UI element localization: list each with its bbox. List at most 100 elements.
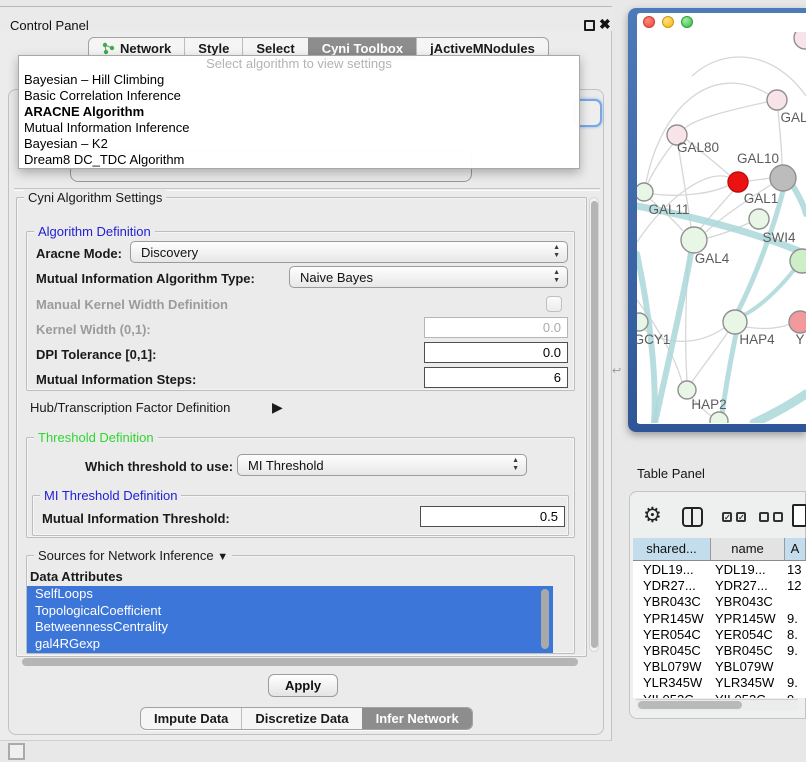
dpi-tolerance-field[interactable]: 0.0 [424,342,568,363]
network-node-gal11[interactable] [637,183,653,201]
node-label: Y [795,332,804,347]
node-label: GAL1 [744,191,779,206]
kernel-width-field[interactable]: 0.0 [424,317,568,338]
network-edge[interactable] [648,144,673,183]
network-node-gal1[interactable] [749,209,769,229]
table-row[interactable]: YPR145WYPR145W9. [633,611,806,627]
network-node[interactable] [794,32,806,49]
table-cell: YLR345W [643,675,702,691]
network-node-gcy1[interactable] [637,313,648,331]
apply-button[interactable]: Apply [268,674,338,697]
table-cell: YDR27... [643,578,696,594]
table-row[interactable]: YIL052CYIL052C9. [633,692,806,698]
table-row[interactable]: YLR345WYLR345W9. [633,675,806,691]
mi-threshold-group-title: MI Threshold Definition [40,488,181,503]
network-node-gal10[interactable] [770,165,796,191]
mi-steps-field[interactable]: 6 [424,367,568,388]
attributes-scroll-thumb[interactable] [541,589,549,649]
window-zoom-icon[interactable] [681,16,693,28]
algorithm-option[interactable]: Dream8 DC_TDC Algorithm [19,152,579,168]
table-row[interactable]: YBR045CYBR045C9. [633,643,806,659]
split-columns-icon[interactable] [682,507,703,527]
float-window-icon[interactable] [584,20,595,31]
table-row[interactable]: YDL19...YDL19...13 [633,562,806,578]
tab-discretize-data[interactable]: Discretize Data [241,708,361,729]
algorithm-option[interactable]: Bayesian – K2 [19,136,579,152]
dpi-tolerance-label: DPI Tolerance [0,1]: [36,347,156,362]
data-attributes-list[interactable]: SelfLoopsTopologicalCoefficientBetweenne… [27,586,553,653]
mi-type-label: Mutual Information Algorithm Type: [36,271,255,286]
checked-box-icon[interactable]: ✓ [736,512,746,522]
network-edge[interactable] [685,102,767,128]
expand-right-icon[interactable]: ▶ [272,399,283,416]
table-cell: YPR145W [715,611,776,627]
algorithm-definition-title: Algorithm Definition [34,224,155,239]
table-row[interactable]: YER054CYER054C8. [633,627,806,643]
network-node-hap4[interactable] [723,310,747,334]
table-cell: 9. [787,692,798,698]
algorithm-option[interactable]: ARACNE Algorithm [19,104,579,120]
aracne-mode-label: Aracne Mode: [36,246,122,261]
table-panel-title: Table Panel [637,466,705,481]
column-header[interactable]: A [785,538,806,561]
close-panel-icon[interactable]: ✖ [599,16,611,33]
document-icon[interactable] [792,504,806,527]
network-edge[interactable] [692,57,806,96]
table-row[interactable]: YBR043CYBR043C [633,594,806,610]
mi-threshold-field[interactable]: 0.5 [420,506,565,527]
network-node-gal4[interactable] [681,227,707,253]
aracne-mode-combo[interactable]: Discovery ▲▼ [130,241,568,263]
window-close-icon[interactable] [643,16,655,28]
network-node-y[interactable] [789,311,806,333]
network-node-gal[interactable] [767,90,787,110]
algorithm-option[interactable]: Bayesian – Hill Climbing [19,72,579,88]
network-canvas[interactable]: GALGAL80GAL10GAL1GAL11GAL4SWI4GCY1HAP4YH… [637,32,806,423]
node-attribute-table[interactable]: shared...nameAYDL19...YDL19...13YDR27...… [633,538,806,698]
network-edge-thick[interactable] [793,186,806,214]
panel-splitter-handle[interactable]: ↩ [612,364,622,378]
settings-vscroll-thumb[interactable] [591,201,598,648]
network-edge-thick[interactable] [754,394,806,423]
network-node[interactable] [728,172,748,192]
gear-icon[interactable]: ⚙ [643,503,662,528]
attribute-item[interactable]: TopologicalCoefficient [27,603,553,620]
settings-hscroll-thumb[interactable] [22,658,578,666]
control-panel-titlebar: Control Panel ✖ [0,7,612,31]
tab-infer-network[interactable]: Infer Network [362,708,472,729]
float-grip-icon[interactable] [8,743,25,760]
column-header[interactable]: name [711,538,785,561]
table-cell: 13 [787,562,801,578]
sources-group-title[interactable]: Sources for Network Inference ▼ [34,548,232,563]
network-edge[interactable] [746,324,790,328]
network-edge[interactable] [646,83,768,183]
network-edge[interactable] [748,178,770,181]
table-hscroll-thumb[interactable] [638,701,742,709]
column-header[interactable]: shared... [633,538,711,561]
mi-type-combo[interactable]: Naive Bayes ▲▼ [289,266,568,288]
table-row[interactable]: YDR27...YDR27...12 [633,578,806,594]
algorithm-option[interactable]: Basic Correlation Inference [19,88,579,104]
manual-kernel-checkbox[interactable] [546,296,562,312]
checked-box-icon[interactable]: ✓ [722,512,732,522]
tab-impute-data[interactable]: Impute Data [141,708,241,729]
network-node[interactable] [710,412,728,423]
attribute-item[interactable]: BetweennessCentrality [27,619,553,636]
window-minimize-icon[interactable] [662,16,674,28]
attribute-item[interactable]: gal4RGexp [27,636,553,653]
hub-definition-label[interactable]: Hub/Transcription Factor Definition [30,400,230,415]
unchecked-box-icon[interactable] [773,512,783,522]
table-row[interactable]: YBL079WYBL079W [633,659,806,675]
manual-kernel-label: Manual Kernel Width Definition [36,297,228,312]
attribute-item[interactable]: SelfLoops [27,586,553,603]
network-icon [102,42,115,55]
sources-title-text: Sources for Network Inference [38,548,214,563]
table-cell: YBR043C [715,594,773,610]
node-label: HAP2 [691,397,726,412]
unchecked-box-icon[interactable] [759,512,769,522]
table-cell: YDL19... [715,562,766,578]
which-threshold-value: MI Threshold [248,458,324,473]
algorithm-option[interactable]: Mutual Information Inference [19,120,579,136]
collapse-down-icon: ▼ [217,551,228,563]
mi-threshold-label: Mutual Information Threshold: [42,511,230,526]
which-threshold-combo[interactable]: MI Threshold ▲▼ [237,454,527,476]
